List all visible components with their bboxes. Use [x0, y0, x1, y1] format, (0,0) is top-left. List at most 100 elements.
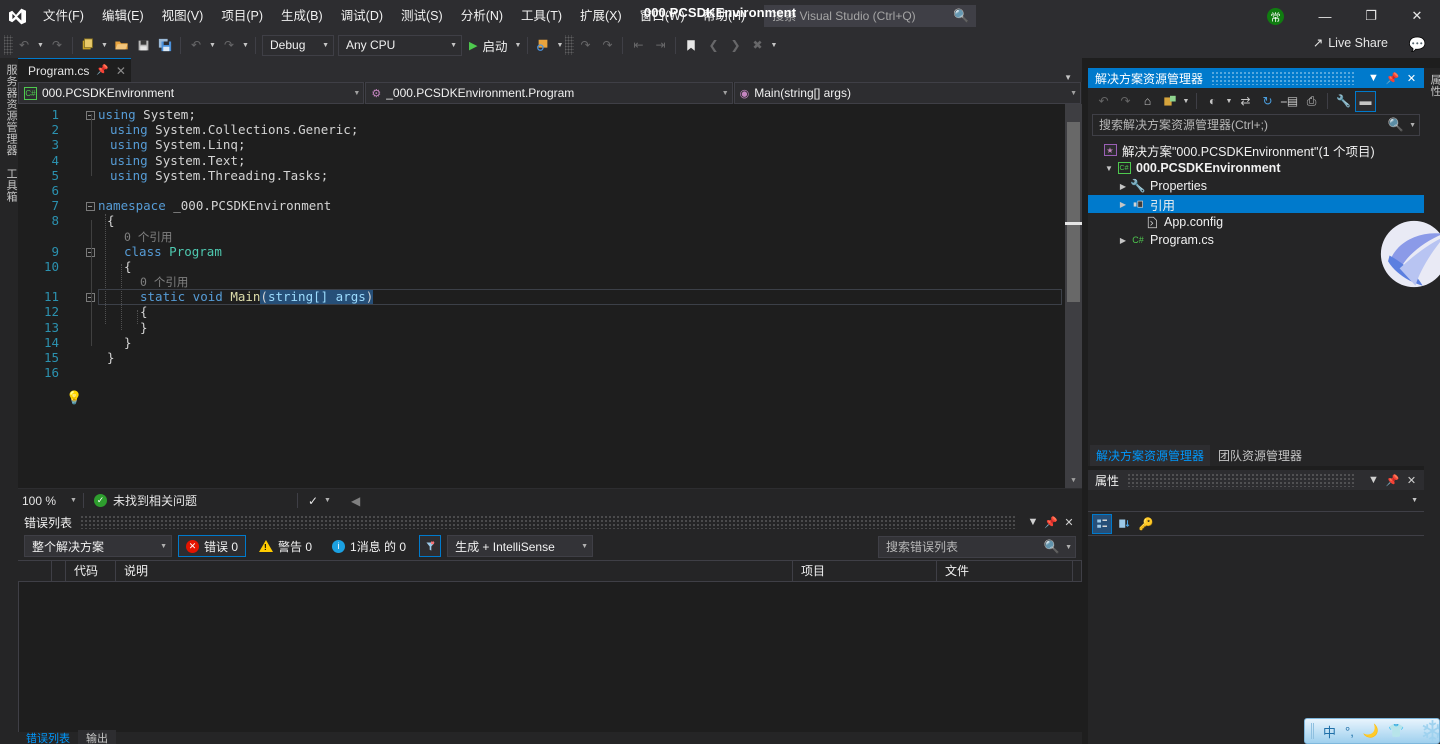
tree-node-project[interactable]: ▼ C# 000.PCSDKEnvironment	[1088, 159, 1424, 177]
undo-icon[interactable]: ↶	[185, 34, 207, 56]
issue-status[interactable]: ✓ 未找到相关问题	[84, 492, 207, 509]
sync-with-active-document-icon[interactable]: ⇄	[1235, 91, 1256, 112]
property-pages-icon[interactable]: 🔑	[1136, 514, 1156, 534]
column-project[interactable]: 项目	[793, 560, 937, 582]
lightbulb-suggestion-icon[interactable]: 💡	[66, 391, 82, 406]
redo-icon[interactable]: ↷	[218, 34, 240, 56]
code-text-layer[interactable]: using System; using System.Collections.G…	[98, 107, 1082, 380]
horizontal-scroll-left-icon[interactable]: ◀	[341, 494, 370, 508]
close-button[interactable]: ✕	[1394, 0, 1440, 32]
tree-node-properties[interactable]: ▶ 🔧 Properties	[1088, 177, 1424, 195]
fold-toggle[interactable]: −	[82, 289, 98, 304]
column-code[interactable]: 代码	[66, 560, 116, 582]
new-project-caret-icon[interactable]: ▼	[99, 34, 110, 56]
tree-node-app-config[interactable]: App.config	[1088, 213, 1424, 231]
shirt-skin-icon[interactable]: 👕	[1388, 723, 1404, 739]
scrollbar-thumb[interactable]	[1067, 122, 1080, 302]
fold-toggle[interactable]: −	[82, 244, 98, 259]
panel-drag-handle[interactable]	[80, 515, 1016, 529]
panel-drag-handle[interactable]	[1127, 473, 1356, 487]
alphabetical-icon[interactable]	[1114, 514, 1134, 534]
menu-build[interactable]: 生成(B)	[272, 0, 332, 32]
pending-changes-icon[interactable]	[1159, 91, 1180, 112]
error-scope-combo[interactable]: 整个解决方案 ▼	[24, 535, 172, 557]
decrease-indent-icon[interactable]: ⇤	[627, 34, 649, 56]
pin-icon[interactable]: 📌	[1042, 516, 1060, 529]
fold-toggle[interactable]: −	[82, 107, 98, 122]
close-icon[interactable]: ✕	[1402, 72, 1421, 85]
chevron-collapsed-icon[interactable]: ▶	[1116, 236, 1130, 245]
previous-bookmark-icon[interactable]: ❮	[702, 34, 724, 56]
tab-team-explorer[interactable]: 团队资源管理器	[1212, 445, 1308, 466]
column-selector[interactable]	[18, 560, 52, 582]
pin-icon[interactable]: 📌	[1383, 474, 1402, 487]
preview-selected-items-icon[interactable]: ▬	[1355, 91, 1376, 112]
code-cleanup-button[interactable]: ✓ ▼	[298, 494, 341, 508]
chevron-down-icon[interactable]: ▼	[1364, 72, 1383, 84]
column-description[interactable]: 说明	[116, 560, 793, 582]
fold-toggle[interactable]: −	[82, 198, 98, 213]
error-list-grid[interactable]	[18, 582, 1082, 732]
search-input[interactable]	[772, 9, 953, 23]
build-source-combo[interactable]: 生成 + IntelliSense ▼	[447, 535, 593, 557]
chevron-down-icon[interactable]: ▼	[1024, 516, 1042, 528]
navigate-back-icon[interactable]: ↶	[13, 34, 35, 56]
tree-node-references[interactable]: ▶ 引用	[1088, 195, 1424, 213]
code-editor-surface[interactable]: 1 2 3 4 5 6 7 8 9 10 11 12 13 14 15 16 💡	[18, 104, 1082, 488]
menu-project[interactable]: 项目(P)	[212, 0, 272, 32]
bookmark-icon[interactable]	[680, 34, 702, 56]
chevron-down-icon[interactable]: ▼	[1181, 98, 1191, 105]
menu-extensions[interactable]: 扩展(X)	[571, 0, 631, 32]
increase-indent-icon[interactable]: ⇥	[649, 34, 671, 56]
back-icon[interactable]: ↶	[1093, 91, 1114, 112]
view-properties-wrench-icon[interactable]: 🔧	[1333, 91, 1354, 112]
attach-caret-icon[interactable]: ▼	[554, 34, 565, 56]
step-over-icon[interactable]: ↷	[574, 34, 596, 56]
errors-filter-button[interactable]: ✕ 错误 0	[178, 535, 246, 557]
toolbar-grip[interactable]	[4, 35, 13, 55]
menu-debug[interactable]: 调试(D)	[332, 0, 392, 32]
editor-vertical-scrollbar[interactable]: ▲ ▼	[1065, 104, 1082, 488]
panel-drag-handle[interactable]	[1211, 71, 1356, 85]
show-all-files-icon[interactable]: ◐	[1202, 91, 1223, 112]
messages-filter-button[interactable]: i 1消息 的 0	[325, 535, 413, 557]
menu-tools[interactable]: 工具(T)	[512, 0, 571, 32]
warnings-filter-button[interactable]: 警告 0	[252, 535, 319, 557]
tab-solution-explorer[interactable]: 解决方案资源管理器	[1090, 445, 1210, 466]
close-icon[interactable]: ✕	[116, 64, 126, 78]
bottom-tab-error-list[interactable]: 错误列表	[18, 730, 78, 744]
solution-search-input[interactable]	[1099, 118, 1388, 132]
pin-icon[interactable]: 📌	[96, 65, 108, 76]
chevron-collapsed-icon[interactable]: ▶	[1116, 182, 1130, 191]
navigate-back-caret-icon[interactable]: ▼	[35, 34, 46, 56]
ime-language-bar[interactable]: 中 °, 🌙 👕 ❄	[1304, 718, 1440, 744]
error-search-input[interactable]	[886, 540, 1044, 554]
feedback-icon[interactable]: 💬	[1409, 36, 1426, 53]
categorized-icon[interactable]	[1092, 514, 1112, 534]
tool-tab-properties[interactable]: 属性	[1424, 68, 1440, 103]
ime-status-badge[interactable]: 常	[1267, 8, 1284, 25]
solution-platform-combo[interactable]: Any CPU ▼	[338, 35, 462, 56]
chevron-down-icon[interactable]: ▼	[1224, 98, 1234, 105]
menu-file[interactable]: 文件(F)	[34, 0, 93, 32]
moon-icon[interactable]: 🌙	[1363, 723, 1379, 739]
codelens-method[interactable]: 0 个引用	[98, 274, 1082, 289]
navbar-project-combo[interactable]: C# 000.PCSDKEnvironment ▼	[18, 82, 364, 104]
zoom-level-combo[interactable]: 100 % ▼	[18, 494, 83, 508]
document-tab-program-cs[interactable]: Program.cs 📌 ✕	[18, 58, 131, 82]
solution-explorer-search-box[interactable]: 🔍 ▼	[1092, 114, 1420, 136]
start-caret-icon[interactable]: ▼	[512, 34, 523, 56]
chevron-expanded-icon[interactable]: ▼	[1102, 164, 1116, 173]
menu-view[interactable]: 视图(V)	[153, 0, 213, 32]
attach-to-process-icon[interactable]	[532, 34, 554, 56]
clear-bookmarks-icon[interactable]: ✖	[746, 34, 768, 56]
column-severity[interactable]	[52, 560, 66, 582]
error-list-search-box[interactable]: 🔍 ▼	[878, 536, 1076, 558]
ime-mode-label[interactable]: 中	[1323, 722, 1336, 741]
chevron-down-icon[interactable]: ▼	[1059, 73, 1077, 82]
ime-drag-handle[interactable]	[1311, 723, 1314, 739]
solution-configuration-combo[interactable]: Debug ▼	[262, 35, 334, 56]
punctuation-icon[interactable]: °,	[1345, 724, 1354, 739]
step-into-icon[interactable]: ↷	[596, 34, 618, 56]
maximize-button[interactable]: ❐	[1348, 0, 1394, 32]
